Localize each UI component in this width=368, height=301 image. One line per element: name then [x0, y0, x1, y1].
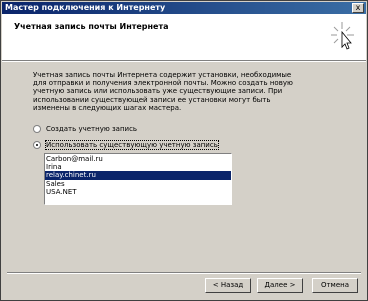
wizard-header: Учетная запись почты Интернета	[2, 14, 366, 61]
next-button[interactable]: Далее >	[257, 278, 303, 293]
close-button[interactable]: x	[352, 3, 364, 13]
wizard-window: Мастер подключения к Интернету x Учетная…	[0, 0, 368, 301]
list-item[interactable]: Sales	[45, 180, 231, 188]
list-item[interactable]: USA.NET	[45, 188, 231, 196]
wizard-sparkle-icon	[331, 22, 354, 50]
page-title: Учетная запись почты Интернета	[14, 22, 169, 31]
list-item[interactable]: Irina	[45, 163, 231, 171]
create-account-option[interactable]: Создать учетную запись	[33, 124, 137, 134]
header-divider	[2, 61, 366, 62]
create-account-radio[interactable]	[33, 125, 41, 133]
use-existing-radio[interactable]	[33, 141, 41, 149]
use-existing-option[interactable]: Использовать существующую учетную запись	[33, 140, 219, 150]
list-item[interactable]: Carbon@mail.ru	[45, 155, 231, 163]
list-item[interactable]: relay.chinet.ru	[45, 171, 231, 180]
cancel-button[interactable]: Отмена	[312, 278, 358, 293]
create-account-label[interactable]: Создать учетную запись	[46, 125, 137, 133]
footer-divider	[7, 272, 361, 274]
description-text: Учетная запись почты Интернета содержит …	[33, 71, 293, 112]
existing-accounts-list[interactable]: Carbon@mail.ru Irina relay.chinet.ru Sal…	[44, 153, 232, 205]
window-title: Мастер подключения к Интернету	[5, 3, 166, 12]
title-bar[interactable]: Мастер подключения к Интернету x	[2, 2, 366, 14]
use-existing-label[interactable]: Использовать существующую учетную запись	[45, 140, 219, 150]
back-button[interactable]: < Назад	[205, 278, 251, 293]
